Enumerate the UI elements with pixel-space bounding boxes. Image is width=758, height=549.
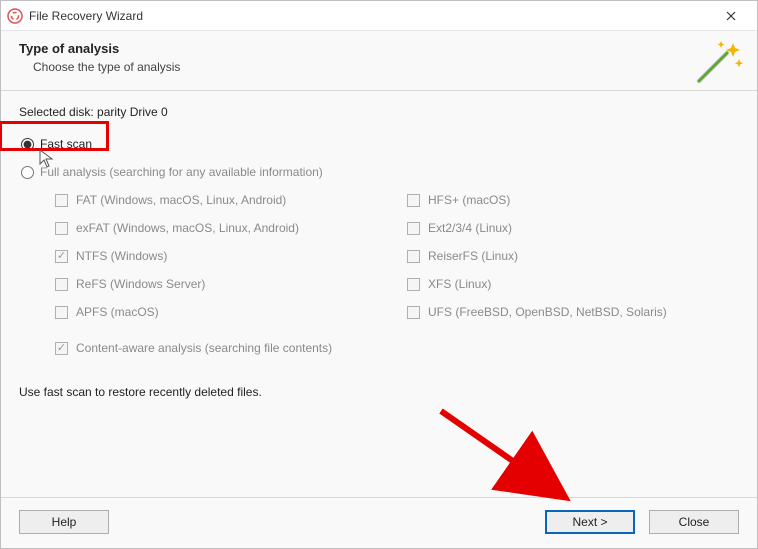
chk-refs-label: ReFS (Windows Server)	[76, 277, 205, 291]
selected-disk-label: Selected disk: parity Drive 0	[19, 105, 739, 119]
chk-fat: FAT (Windows, macOS, Linux, Android)	[55, 193, 387, 207]
chk-ntfs: NTFS (Windows)	[55, 249, 387, 263]
checkbox-icon	[407, 306, 420, 319]
chk-hfs-label: HFS+ (macOS)	[428, 193, 510, 207]
chk-apfs: APFS (macOS)	[55, 305, 387, 319]
checkbox-icon	[407, 222, 420, 235]
chk-fat-label: FAT (Windows, macOS, Linux, Android)	[76, 193, 286, 207]
window: File Recovery Wizard Type of analysis Ch…	[0, 0, 758, 549]
checkbox-icon	[407, 250, 420, 263]
checkbox-icon	[55, 342, 68, 355]
chk-content-aware-label: Content-aware analysis (searching file c…	[76, 341, 332, 355]
checkbox-icon	[55, 250, 68, 263]
radio-full-analysis-label: Full analysis (searching for any availab…	[40, 165, 323, 179]
chk-ext-label: Ext2/3/4 (Linux)	[428, 221, 512, 235]
checkbox-icon	[55, 222, 68, 235]
chk-hfs: HFS+ (macOS)	[407, 193, 739, 207]
chk-ext: Ext2/3/4 (Linux)	[407, 221, 739, 235]
radio-fast-scan[interactable]	[21, 138, 34, 151]
annotation-arrow	[431, 401, 591, 511]
window-close-button[interactable]	[711, 2, 751, 30]
checkbox-icon	[407, 278, 420, 291]
chk-ufs-label: UFS (FreeBSD, OpenBSD, NetBSD, Solaris)	[428, 305, 667, 319]
chk-exfat-label: exFAT (Windows, macOS, Linux, Android)	[76, 221, 299, 235]
next-button[interactable]: Next >	[545, 510, 635, 534]
checkbox-icon	[407, 194, 420, 207]
checkbox-icon	[55, 194, 68, 207]
wizard-wand-icon	[693, 37, 743, 87]
chk-content-aware: Content-aware analysis (searching file c…	[19, 341, 739, 355]
chk-reiser-label: ReiserFS (Linux)	[428, 249, 518, 263]
radio-fast-scan-row[interactable]: Fast scan	[19, 137, 739, 151]
checkbox-icon	[55, 306, 68, 319]
radio-full-analysis-row[interactable]: Full analysis (searching for any availab…	[19, 165, 739, 179]
wizard-header: Type of analysis Choose the type of anal…	[1, 31, 757, 91]
help-button[interactable]: Help	[19, 510, 109, 534]
page-subtitle: Choose the type of analysis	[19, 60, 739, 74]
chk-ntfs-label: NTFS (Windows)	[76, 249, 167, 263]
chk-reiser: ReiserFS (Linux)	[407, 249, 739, 263]
chk-xfs-label: XFS (Linux)	[428, 277, 491, 291]
page-title: Type of analysis	[19, 41, 739, 56]
radio-fast-scan-label: Fast scan	[40, 137, 92, 151]
close-icon	[726, 11, 736, 21]
chk-xfs: XFS (Linux)	[407, 277, 739, 291]
chk-refs: ReFS (Windows Server)	[55, 277, 387, 291]
wizard-content: Selected disk: parity Drive 0 Fast scan …	[1, 91, 757, 399]
chk-ufs: UFS (FreeBSD, OpenBSD, NetBSD, Solaris)	[407, 305, 739, 319]
chk-exfat: exFAT (Windows, macOS, Linux, Android)	[55, 221, 387, 235]
wizard-footer: Help Next > Close	[1, 497, 757, 548]
filesystem-options-grid: FAT (Windows, macOS, Linux, Android) HFS…	[19, 193, 739, 319]
close-button[interactable]: Close	[649, 510, 739, 534]
titlebar: File Recovery Wizard	[1, 1, 757, 31]
app-icon	[7, 8, 23, 24]
hint-text: Use fast scan to restore recently delete…	[19, 385, 739, 399]
checkbox-icon	[55, 278, 68, 291]
radio-full-analysis[interactable]	[21, 166, 34, 179]
window-title: File Recovery Wizard	[29, 9, 711, 23]
chk-apfs-label: APFS (macOS)	[76, 305, 159, 319]
